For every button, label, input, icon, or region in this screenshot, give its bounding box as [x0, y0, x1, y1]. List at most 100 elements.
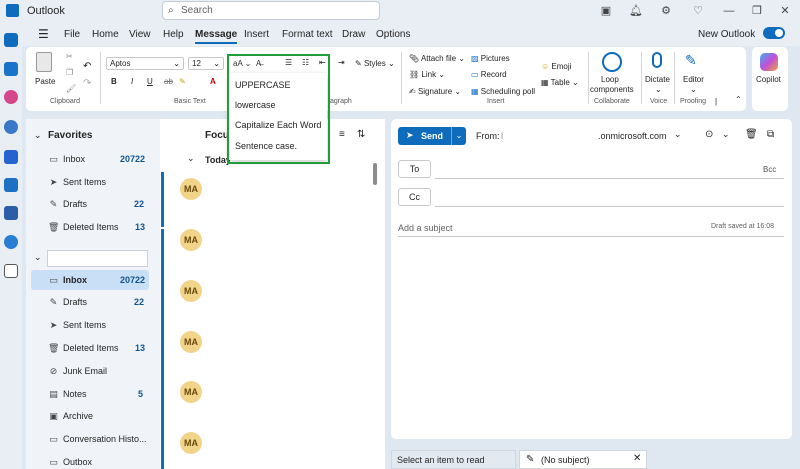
- send-button[interactable]: ➤ Send: [398, 127, 451, 145]
- tab-focused[interactable]: Focu: [205, 130, 229, 141]
- highlight-icon[interactable]: ✎: [179, 77, 186, 86]
- bottom-tab-reading[interactable]: Select an item to read: [391, 450, 516, 469]
- folder-drafts[interactable]: Drafts: [63, 297, 87, 307]
- restore-icon[interactable]: ❐: [750, 4, 764, 18]
- underline-icon[interactable]: U: [147, 77, 153, 86]
- loop-label-2[interactable]: components: [590, 85, 634, 94]
- calendar-icon[interactable]: [4, 62, 18, 76]
- chevron-down-icon[interactable]: ⌄: [34, 252, 42, 263]
- copilot-app-icon[interactable]: [4, 90, 18, 104]
- copilot-label[interactable]: Copilot: [756, 75, 781, 84]
- tab-insert[interactable]: Insert: [244, 29, 269, 40]
- strikethrough-icon[interactable]: ab: [164, 77, 173, 86]
- cut-icon[interactable]: ✂: [66, 52, 73, 61]
- tab-home[interactable]: Home: [92, 29, 119, 40]
- scheduling-poll-button[interactable]: ▦ Scheduling poll: [471, 87, 535, 96]
- pictures-button[interactable]: ▨ Pictures: [471, 54, 510, 63]
- copilot-icon[interactable]: [760, 53, 778, 71]
- bottom-tab-draft[interactable]: ✎ (No subject) ✕: [519, 450, 647, 469]
- tab-view[interactable]: View: [129, 29, 151, 40]
- cc-button[interactable]: Cc: [398, 188, 431, 206]
- from-address-domain[interactable]: .onmicrosoft.com: [598, 131, 667, 141]
- font-name-dropdown[interactable]: Aptos ⌄: [106, 57, 184, 70]
- folder-favorites-inbox[interactable]: Inbox: [63, 154, 85, 164]
- link-button[interactable]: ⛓︎ Link ⌄: [409, 70, 445, 79]
- format-painter-icon[interactable]: 🖌︎: [66, 84, 76, 93]
- gear-icon[interactable]: ⚙: [659, 4, 673, 18]
- attach-file-button[interactable]: 📎︎ Attach file ⌄: [409, 54, 465, 63]
- editor-pen-icon[interactable]: ✎: [685, 52, 697, 69]
- scrollbar-thumb[interactable]: [373, 163, 377, 185]
- from-address-prefix[interactable]: l: [501, 131, 503, 141]
- folder-inbox[interactable]: Inbox: [63, 275, 87, 285]
- folder-favorites-sent[interactable]: Sent Items: [63, 177, 106, 187]
- bell-icon[interactable]: 🔔︎: [629, 4, 643, 18]
- font-color-icon[interactable]: A: [210, 77, 216, 86]
- onenote-icon[interactable]: [4, 178, 18, 192]
- todo-icon[interactable]: [4, 150, 18, 164]
- folder-junk[interactable]: Junk Email: [63, 366, 107, 376]
- account-name-box[interactable]: [47, 250, 148, 267]
- table-button[interactable]: ▦ Table ⌄: [541, 78, 579, 87]
- styles-button[interactable]: ✎ Styles ⌄: [355, 59, 395, 68]
- tab-message[interactable]: Message: [195, 29, 238, 44]
- bcc-button[interactable]: Bcc: [763, 165, 776, 174]
- minimize-icon[interactable]: —: [722, 4, 736, 18]
- folder-notes[interactable]: Notes: [63, 389, 87, 399]
- favorites-header[interactable]: Favorites: [48, 130, 92, 141]
- org-explorer-icon[interactable]: [4, 206, 18, 220]
- editor-label[interactable]: Editor: [683, 75, 704, 84]
- calendar-notes-icon[interactable]: ▣: [599, 4, 613, 18]
- chevron-down-icon[interactable]: ⌄: [722, 129, 730, 140]
- loop-label-1[interactable]: Loop: [601, 75, 619, 84]
- tab-file[interactable]: File: [64, 29, 80, 40]
- feedback-icon[interactable]: ♡: [691, 4, 705, 18]
- folder-outbox[interactable]: Outbox: [63, 457, 92, 467]
- loop-icon[interactable]: [602, 52, 622, 72]
- collapse-ribbon-icon[interactable]: ⌃: [735, 95, 742, 104]
- folder-conversation-history[interactable]: Conversation Histo...: [63, 434, 147, 444]
- search-input[interactable]: ⌕ Search: [162, 1, 380, 20]
- copy-icon[interactable]: ❐: [66, 68, 73, 77]
- microphone-icon[interactable]: [652, 52, 662, 68]
- signature-button[interactable]: ✍︎ Signature ⌄: [409, 87, 461, 96]
- chevron-down-icon[interactable]: ⌄: [187, 153, 195, 164]
- record-button[interactable]: ▭ Record: [471, 70, 507, 79]
- folder-deleted[interactable]: Deleted Items: [63, 343, 119, 353]
- close-icon[interactable]: ✕: [633, 453, 641, 464]
- people-icon[interactable]: [4, 120, 18, 134]
- undo-icon[interactable]: ↶: [83, 61, 91, 72]
- onedrive-icon[interactable]: [4, 235, 18, 249]
- subject-input[interactable]: Add a subject: [398, 223, 453, 233]
- pop-out-icon[interactable]: ⧉: [767, 129, 774, 140]
- folder-favorites-deleted[interactable]: Deleted Items: [63, 222, 119, 232]
- send-options-dropdown[interactable]: ⌄: [451, 127, 466, 145]
- from-dropdown-icon[interactable]: ⌄: [674, 129, 682, 140]
- cc-input[interactable]: [435, 190, 780, 205]
- to-button[interactable]: To: [398, 160, 431, 178]
- folder-archive[interactable]: Archive: [63, 411, 93, 421]
- paste-icon[interactable]: [36, 52, 52, 72]
- dictate-label[interactable]: Dictate: [645, 75, 670, 84]
- close-icon[interactable]: ✕: [778, 4, 792, 18]
- font-size-dropdown[interactable]: 12 ⌄: [188, 57, 224, 70]
- mail-icon[interactable]: [4, 33, 18, 47]
- folder-sent[interactable]: Sent Items: [63, 320, 106, 330]
- hamburger-icon[interactable]: ☰: [38, 27, 49, 41]
- to-input[interactable]: [435, 162, 780, 177]
- paste-button-label[interactable]: Paste: [35, 77, 55, 86]
- filter-icon[interactable]: ≡: [339, 129, 345, 140]
- message-body-editor[interactable]: [398, 245, 784, 431]
- emoji-button[interactable]: ☺ Emoji: [541, 62, 571, 71]
- redo-icon[interactable]: ↷: [83, 78, 91, 89]
- indent-icon[interactable]: ⇥: [338, 58, 345, 67]
- tab-options[interactable]: Options: [376, 29, 410, 40]
- new-outlook-toggle[interactable]: [763, 27, 785, 39]
- more-apps-icon[interactable]: [4, 264, 18, 278]
- discard-trash-icon[interactable]: 🗑︎: [745, 129, 758, 140]
- sort-icon[interactable]: ⇅: [357, 129, 365, 140]
- folder-favorites-drafts[interactable]: Drafts: [63, 199, 87, 209]
- tab-help[interactable]: Help: [163, 29, 184, 40]
- editor-dropdown-icon[interactable]: ⌄: [690, 85, 697, 94]
- bold-icon[interactable]: B: [111, 77, 117, 86]
